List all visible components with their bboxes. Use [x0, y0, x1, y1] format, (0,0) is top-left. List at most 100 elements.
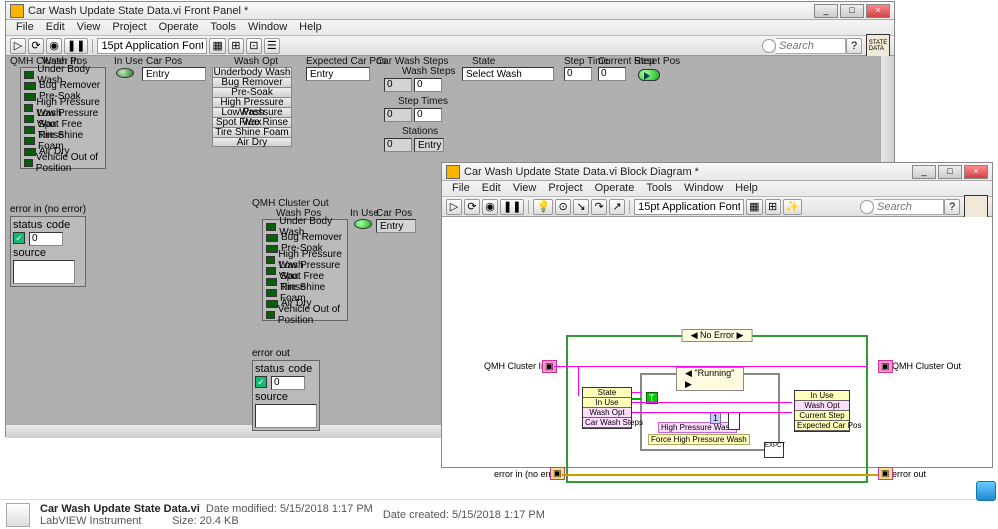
- file-type-icon: [6, 503, 30, 527]
- block-diagram-window: Car Wash Update State Data.vi Block Diag…: [441, 162, 993, 468]
- minimize-button[interactable]: _: [814, 4, 838, 18]
- pause-button[interactable]: ❚❚: [500, 199, 524, 215]
- num-constant[interactable]: 1: [710, 412, 721, 424]
- error-wire: [562, 474, 878, 476]
- washopt-label: Wash Opt: [234, 56, 278, 67]
- menu-tools[interactable]: Tools: [204, 20, 242, 35]
- stations-label: Stations: [402, 126, 438, 137]
- case-selector-outer[interactable]: ◀ No Error ▶: [682, 329, 753, 342]
- run-continuous-button[interactable]: ⟳: [28, 38, 44, 54]
- error-out-cluster[interactable]: error out statuscode ✓ 0 source: [252, 348, 320, 431]
- resize-button[interactable]: ⊡: [246, 38, 262, 54]
- menu-project[interactable]: Project: [106, 20, 152, 35]
- front-panel-toolbar: ▷ ⟳ ◉ ❚❚ ▦ ⊞ ⊡ ☰ ? STATEDATA: [6, 36, 894, 56]
- maximize-button[interactable]: □: [938, 165, 962, 179]
- const-hp-wash[interactable]: High Pressure Wash: [658, 422, 737, 433]
- bundle-by-name[interactable]: In Use Wash Opt Current Step Expected Ca…: [794, 390, 850, 432]
- retain-button[interactable]: ⊙: [555, 199, 571, 215]
- status-led-icon: ✓: [13, 232, 25, 244]
- steptimes-label: Step Times: [398, 96, 448, 107]
- labview-icon: [446, 165, 460, 179]
- washsteps-value[interactable]: 0: [414, 78, 442, 92]
- washpos-out-cluster[interactable]: Under Body Wash Bug Remover Pre-Soak Hig…: [262, 219, 348, 321]
- run-button[interactable]: ▷: [10, 38, 26, 54]
- currentstep-value[interactable]: 0: [598, 67, 626, 81]
- stations-index[interactable]: 0: [384, 138, 412, 152]
- steptimes-value[interactable]: 0: [414, 108, 442, 122]
- menu-file[interactable]: File: [446, 181, 476, 196]
- search-input[interactable]: [874, 199, 944, 215]
- washopt-list[interactable]: Underbody Wash Bug Remover Pre-Soak High…: [212, 67, 292, 147]
- align-button[interactable]: ▦: [209, 38, 225, 54]
- reorder-button[interactable]: ☰: [264, 38, 280, 54]
- error-code-value[interactable]: 0: [29, 232, 63, 246]
- errout-terminal[interactable]: ▣: [878, 467, 893, 480]
- font-input[interactable]: [97, 38, 207, 54]
- menu-view[interactable]: View: [507, 181, 543, 196]
- case-selector-inner[interactable]: ◀ "Running" ▶: [676, 367, 744, 391]
- led-icon: [24, 71, 34, 79]
- menu-tools[interactable]: Tools: [640, 181, 678, 196]
- unbundle-by-name[interactable]: State In Use Wash Opt Car Wash Steps: [582, 387, 632, 429]
- pause-button[interactable]: ❚❚: [64, 38, 88, 54]
- resetpos-label: Reset Pos: [634, 56, 680, 67]
- steptime-value[interactable]: 0: [564, 67, 592, 81]
- menu-edit[interactable]: Edit: [476, 181, 507, 196]
- carpos-out-label: Car Pos: [376, 208, 412, 219]
- run-continuous-button[interactable]: ⟳: [464, 199, 480, 215]
- search-input[interactable]: [776, 38, 846, 54]
- block-diagram-client: QMH Cluster In ▣ error in (no error) ▣ Q…: [442, 217, 992, 467]
- menu-view[interactable]: View: [71, 20, 107, 35]
- carpos-input[interactable]: Entry: [142, 67, 206, 81]
- run-button[interactable]: ▷: [446, 199, 462, 215]
- menu-operate[interactable]: Operate: [153, 20, 205, 35]
- menu-operate[interactable]: Operate: [589, 181, 641, 196]
- menu-window[interactable]: Window: [678, 181, 729, 196]
- menu-edit[interactable]: Edit: [40, 20, 71, 35]
- front-panel-menubar: File Edit View Project Operate Tools Win…: [6, 20, 894, 36]
- maximize-button[interactable]: □: [840, 4, 864, 18]
- highlight-button[interactable]: 💡: [533, 199, 553, 215]
- help-button[interactable]: ?: [846, 38, 862, 54]
- distribute-button[interactable]: ⊞: [228, 38, 244, 54]
- font-selector[interactable]: [97, 38, 207, 54]
- minimize-button[interactable]: _: [912, 165, 936, 179]
- step-into-button[interactable]: ↘: [573, 199, 589, 215]
- resetpos-button[interactable]: [638, 69, 660, 81]
- help-button[interactable]: ?: [944, 199, 960, 215]
- step-over-button[interactable]: ↷: [591, 199, 607, 215]
- close-button[interactable]: ×: [964, 165, 988, 179]
- distribute-button[interactable]: ⊞: [765, 199, 781, 215]
- build-array-node[interactable]: [728, 412, 740, 430]
- inuse-out-led[interactable]: [354, 219, 372, 229]
- menu-help[interactable]: Help: [729, 181, 764, 196]
- steptimes-index[interactable]: 0: [384, 108, 412, 122]
- abort-button[interactable]: ◉: [46, 38, 62, 54]
- font-input[interactable]: [634, 199, 744, 215]
- washsteps-index[interactable]: 0: [384, 78, 412, 92]
- vi-icon[interactable]: STATEDATA: [866, 34, 890, 58]
- error-source-text[interactable]: [13, 260, 75, 284]
- abort-button[interactable]: ◉: [482, 199, 498, 215]
- const-force-hp-wash[interactable]: Force High Pressure Wash: [648, 434, 750, 445]
- error-in-cluster[interactable]: error in (no error) statuscode ✓ 0 sourc…: [10, 204, 86, 287]
- expected-input[interactable]: Entry: [306, 67, 370, 81]
- inuse-led[interactable]: [116, 68, 134, 78]
- expect-station-subvi[interactable]: EXPCT: [764, 442, 784, 458]
- close-button[interactable]: ×: [866, 4, 890, 18]
- menu-window[interactable]: Window: [242, 20, 293, 35]
- menu-project[interactable]: Project: [542, 181, 588, 196]
- step-out-button[interactable]: ↗: [609, 199, 625, 215]
- cleanup-button[interactable]: ✨: [783, 199, 803, 215]
- vi-icon[interactable]: [964, 195, 988, 219]
- menu-file[interactable]: File: [10, 20, 40, 35]
- align-button[interactable]: ▦: [746, 199, 762, 215]
- state-input[interactable]: Select Wash: [462, 67, 554, 81]
- teamviewer-icon[interactable]: [976, 481, 996, 501]
- carpos-out-value: Entry: [376, 219, 416, 233]
- washpos-in-cluster[interactable]: Under Body Wash Bug Remover Pre-Soak Hig…: [20, 67, 106, 169]
- qmh-out-terminal[interactable]: ▣: [878, 360, 893, 373]
- stations-text[interactable]: Entry: [414, 138, 444, 152]
- menu-help[interactable]: Help: [293, 20, 328, 35]
- inuse-label: In Use: [114, 56, 143, 67]
